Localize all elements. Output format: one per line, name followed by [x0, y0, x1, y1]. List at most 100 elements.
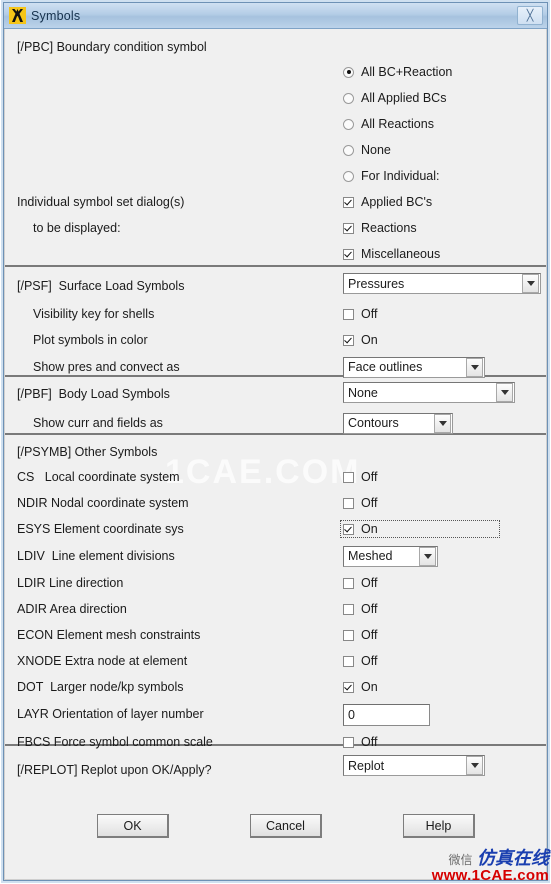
pbc-heading: [/PBC] Boundary condition symbol: [17, 39, 207, 54]
checkbox-local-coordinate-system[interactable]: Off: [343, 471, 377, 484]
cancel-button-label: Cancel: [266, 818, 305, 833]
radio-none[interactable]: None: [343, 144, 391, 157]
radio-icon: [343, 92, 354, 104]
checkbox-label: Off: [361, 575, 378, 590]
radio-label: All Reactions: [361, 116, 434, 131]
focus-outline: On: [340, 519, 500, 539]
window-title: Symbols: [31, 8, 81, 23]
checkbox-icon: [343, 308, 354, 320]
psymb-xnode-label: XNODE Extra node at element: [17, 653, 188, 668]
layer-number-input[interactable]: 0: [343, 703, 430, 726]
checkbox-icon: [343, 603, 354, 615]
psymb-econ-label: ECON Element mesh constraints: [17, 627, 201, 642]
checkbox-larger-node-kp-symbols[interactable]: On: [343, 681, 378, 694]
dropdown-value: Replot: [348, 758, 385, 773]
radio-all-applied-bcs[interactable]: All Applied BCs: [343, 92, 446, 105]
checkbox-nodal-coordinate-system[interactable]: Off: [343, 497, 377, 510]
chevron-down-icon: [419, 546, 436, 566]
psymb-ndir-label: NDIR Nodal coordinate system: [17, 495, 189, 510]
symbols-window: Symbols ╳ 1CAE.COM [/PBC] Boundary condi…: [3, 2, 548, 881]
radio-icon: [343, 144, 354, 156]
radio-label: None: [361, 142, 391, 157]
chevron-down-icon: [466, 756, 483, 775]
psymb-heading: [/PSYMB] Other Symbols: [17, 444, 158, 459]
radio-for-individual[interactable]: For Individual:: [343, 170, 440, 183]
psymb-dot-label: DOT Larger node/kp symbols: [17, 679, 184, 694]
radio-label: All BC+Reaction: [361, 64, 453, 79]
psf-heading: [/PSF] Surface Load Symbols: [17, 278, 185, 293]
radio-icon: [343, 66, 354, 78]
close-glyph: ╳: [526, 10, 534, 22]
dropdown-body-load-symbols[interactable]: None: [343, 382, 515, 403]
title-bar[interactable]: Symbols ╳: [4, 3, 547, 29]
checkbox-element-mesh-constraints[interactable]: Off: [343, 629, 377, 642]
checkbox-label: Off: [361, 495, 378, 510]
cancel-button[interactable]: Cancel: [250, 814, 322, 838]
checkbox-icon: [343, 523, 354, 535]
checkbox-icon: [343, 577, 354, 589]
replot-heading: [/REPLOT] Replot upon OK/Apply?: [17, 762, 212, 777]
section-psf: [/PSF] Surface Load Symbols Pressures Vi…: [5, 267, 546, 378]
ok-button-label: OK: [123, 818, 142, 833]
checkbox-label: On: [361, 332, 378, 347]
dropdown-show-pres-convect[interactable]: Face outlines: [343, 356, 485, 378]
ok-button[interactable]: OK: [97, 814, 169, 838]
checkbox-label: Miscellaneous: [361, 246, 441, 261]
psf-visibility-label: Visibility key for shells: [33, 306, 155, 321]
checkbox-label: Off: [361, 627, 378, 642]
dropdown-surface-load-symbols[interactable]: Pressures: [343, 273, 541, 294]
checkbox-icon: [343, 629, 354, 641]
checkbox-area-direction[interactable]: Off: [343, 603, 377, 616]
radio-all-bc-reaction[interactable]: All BC+Reaction: [343, 66, 452, 79]
psymb-ldir-label: LDIR Line direction: [17, 575, 124, 590]
checkbox-label: Off: [361, 653, 378, 668]
pbc-dialogs-label: Individual symbol set dialog(s): [17, 194, 185, 209]
help-button[interactable]: Help: [403, 814, 475, 838]
checkbox-extra-node-at-element[interactable]: Off: [343, 655, 377, 668]
checkbox-label: Off: [361, 601, 378, 616]
section-psymb: [/PSYMB] Other Symbols CS Local coordina…: [5, 435, 546, 748]
checkbox-label: Applied BC's: [361, 194, 433, 209]
section-pbf: [/PBF] Body Load Symbols None Show curr …: [5, 377, 546, 435]
checkbox-element-coordinate-sys[interactable]: On: [340, 519, 500, 539]
checkbox-miscellaneous[interactable]: Miscellaneous: [343, 248, 440, 261]
checkbox-plot-symbols-color[interactable]: On: [343, 334, 378, 347]
checkbox-label: Reactions: [361, 220, 417, 235]
dropdown-show-curr-fields[interactable]: Contours: [343, 412, 453, 434]
radio-label: All Applied BCs: [361, 90, 447, 105]
radio-all-reactions[interactable]: All Reactions: [343, 118, 434, 131]
dropdown-value: Meshed: [348, 549, 393, 563]
dropdown-value: Pressures: [348, 276, 405, 291]
checkbox-line-direction[interactable]: Off: [343, 577, 377, 590]
psymb-esys-label: ESYS Element coordinate sys: [17, 521, 184, 536]
dropdown-value: Contours: [348, 416, 399, 430]
checkbox-icon: [343, 196, 354, 208]
chevron-down-icon: [496, 383, 513, 402]
checkbox-icon: [343, 681, 354, 693]
button-bar: OK Cancel Help: [5, 814, 546, 844]
close-icon[interactable]: ╳: [517, 6, 543, 25]
psymb-cs-label: CS Local coordinate system: [17, 469, 180, 484]
checkbox-icon: [343, 655, 354, 667]
pbf-heading: [/PBF] Body Load Symbols: [17, 387, 170, 402]
chevron-down-icon: [434, 413, 451, 433]
checkbox-label: Off: [361, 469, 378, 484]
pbc-displayed-label: to be displayed:: [33, 220, 121, 235]
checkbox-label: On: [361, 521, 378, 536]
psymb-ldiv-label: LDIV Line element divisions: [17, 548, 175, 563]
checkbox-icon: [343, 248, 354, 260]
ansys-logo-icon: [9, 7, 26, 24]
radio-icon: [343, 118, 354, 130]
dropdown-line-element-divisions[interactable]: Meshed: [343, 545, 438, 567]
checkbox-icon: [343, 334, 354, 346]
help-button-label: Help: [425, 818, 452, 833]
section-pbc: [/PBC] Boundary condition symbol All BC+…: [5, 29, 546, 267]
dialog-client-area: 1CAE.COM [/PBC] Boundary condition symbo…: [4, 29, 547, 880]
input-layer-number-wrap[interactable]: 0: [343, 703, 430, 726]
checkbox-icon: [343, 497, 354, 509]
radio-icon: [343, 170, 354, 182]
checkbox-applied-bcs[interactable]: Applied BC's: [343, 196, 432, 209]
checkbox-reactions[interactable]: Reactions: [343, 222, 417, 235]
checkbox-visibility-key-shells[interactable]: Off: [343, 308, 377, 321]
dropdown-replot[interactable]: Replot: [343, 755, 485, 776]
